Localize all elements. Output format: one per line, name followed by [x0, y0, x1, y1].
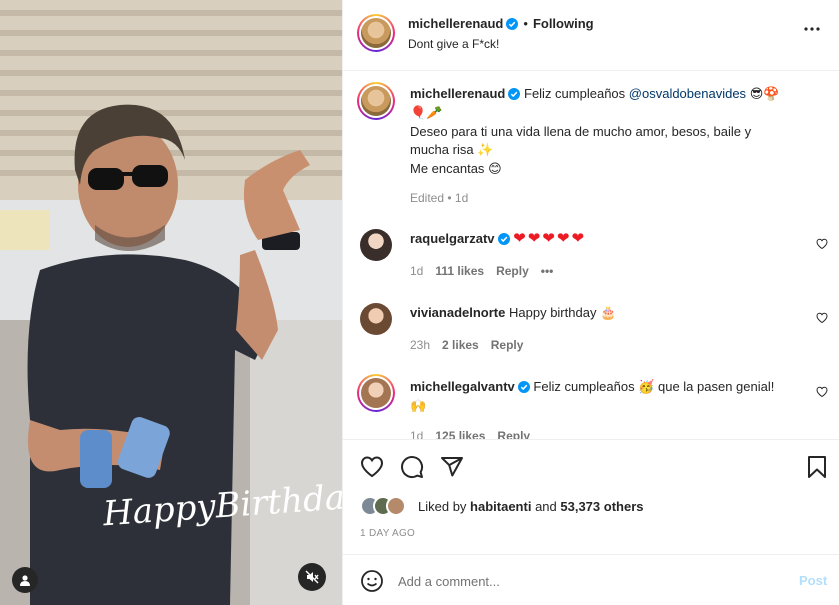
reply-button[interactable]: Reply: [491, 338, 524, 352]
verified-badge-icon: [508, 88, 521, 100]
comment-meta: 1d 111 likes Reply •••: [410, 264, 565, 278]
comment-item: raquelgarzatv ❤❤❤❤❤ 1d 111 likes Reply •••: [343, 222, 839, 297]
comment-username[interactable]: michellegalvantv: [410, 379, 515, 394]
liked-by-prefix: Liked by: [418, 499, 471, 514]
send-icon[interactable]: [440, 455, 464, 479]
post-panel: michellerenaud • Following Dont give a F*c…: [342, 0, 839, 605]
liker-avatars: [360, 496, 414, 518]
caption-emoji-4: 😊: [488, 162, 502, 177]
comment-time: 23h: [410, 338, 431, 352]
likes-text: Liked by habitaenti and 53,373 others: [418, 499, 643, 514]
caption-mention-link[interactable]: @osvaldobenavides: [629, 86, 746, 101]
comment-more-button[interactable]: •••: [541, 264, 554, 278]
caption-emoji-1: 😎🍄: [749, 87, 780, 102]
comment-item: michellegalvantv Feliz cumpleaños 🥳 que …: [343, 372, 839, 439]
comment-time: 1d: [410, 264, 424, 278]
post-comment-button[interactable]: Post: [799, 573, 827, 588]
caption-avatar[interactable]: [357, 82, 395, 120]
muted-speaker-icon: [305, 570, 319, 584]
comment-emoji: 🎂: [600, 306, 617, 321]
comment-username[interactable]: vivianadelnorte: [410, 305, 505, 320]
liked-by-user[interactable]: habitaenti: [470, 499, 531, 514]
add-comment-bar: Post: [343, 556, 839, 605]
video-frame: HappyBirthday!: [0, 0, 342, 605]
post-actions: Liked by habitaenti and 53,373 others 1 …: [343, 439, 839, 555]
author-avatar[interactable]: [357, 14, 395, 52]
comment-body: Feliz cumpleaños: [533, 379, 639, 394]
comment-username[interactable]: raquelgarzatv: [410, 231, 495, 246]
reply-button[interactable]: Reply: [497, 429, 530, 439]
liked-by-and: and: [531, 499, 561, 514]
comment-likes[interactable]: 2 likes: [442, 338, 479, 352]
post-date[interactable]: 1 DAY AGO: [360, 528, 415, 539]
tagged-users-button[interactable]: [12, 567, 38, 593]
heart-icon[interactable]: [360, 455, 384, 479]
comment-likes[interactable]: 125 likes: [435, 429, 485, 439]
comment-input[interactable]: [398, 571, 778, 591]
comment-likes[interactable]: 111 likes: [435, 264, 484, 278]
following-button[interactable]: Following: [533, 16, 594, 31]
verified-badge-icon: [497, 233, 510, 245]
bookmark-icon[interactable]: [806, 455, 828, 479]
author-bio: Dont give a F*ck!: [408, 37, 500, 51]
mute-button[interactable]: [298, 563, 326, 591]
heart-icon[interactable]: [816, 312, 828, 324]
verified-badge-icon: [517, 381, 530, 393]
comment-item: vivianadelnorte Happy birthday 🎂 23h 2 li…: [343, 297, 839, 372]
heart-icon[interactable]: [816, 386, 828, 398]
comment-text: vivianadelnorte Happy birthday 🎂: [410, 304, 810, 323]
caption-emoji-2: 🎈🥕: [410, 106, 443, 121]
comments-list[interactable]: michellerenaud Feliz cumpleaños @osvaldo…: [343, 72, 839, 439]
likes-others-count[interactable]: 53,373 others: [560, 499, 643, 514]
caption-line-3: Deseo para ti una vida llena de mucho am…: [410, 124, 752, 139]
smile-icon[interactable]: [360, 569, 384, 593]
caption: michellerenaud Feliz cumpleaños @osvaldo…: [343, 72, 839, 222]
header-user-row: michellerenaud • Following: [408, 16, 594, 31]
caption-username[interactable]: michellerenaud: [410, 86, 505, 101]
comment-emoji: 🥳: [638, 380, 655, 395]
comment-body: Happy birthday: [509, 305, 597, 320]
comment-icon[interactable]: [400, 455, 424, 479]
comment-text: raquelgarzatv ❤❤❤❤❤: [410, 230, 810, 248]
comment-meta: 23h 2 likes Reply: [410, 338, 535, 352]
comment-hearts: ❤❤❤❤❤: [513, 230, 587, 247]
heart-icon[interactable]: [816, 238, 828, 250]
caption-line-4: mucha risa: [410, 142, 474, 157]
caption-text-start: Feliz cumpleaños: [524, 86, 629, 101]
post-header: michellerenaud • Following Dont give a F*c…: [343, 0, 839, 71]
comment-text: michellegalvantv Feliz cumpleaños 🥳 que …: [410, 378, 810, 416]
caption-text: michellerenaud Feliz cumpleaños @osvaldo…: [410, 85, 810, 179]
verified-badge-icon: [506, 18, 519, 30]
commenter-avatar[interactable]: [360, 229, 392, 261]
comment-emoji-2: 🙌: [410, 399, 427, 414]
user-icon: [20, 575, 30, 586]
commenter-avatar[interactable]: [360, 303, 392, 335]
comment-time: 1d: [410, 429, 424, 439]
reply-button[interactable]: Reply: [496, 264, 529, 278]
caption-line-5: Me encantas: [410, 161, 485, 176]
more-horizontal-icon[interactable]: [803, 26, 821, 32]
comment-body-end: que la pasen genial!: [654, 379, 775, 394]
caption-meta: Edited • 1d: [410, 191, 469, 205]
post-media[interactable]: HappyBirthday!: [0, 0, 342, 605]
author-username[interactable]: michellerenaud: [408, 16, 503, 31]
caption-emoji-3: ✨: [477, 143, 494, 158]
commenter-avatar[interactable]: [357, 374, 395, 412]
comment-meta: 1d 125 likes Reply: [410, 429, 542, 439]
